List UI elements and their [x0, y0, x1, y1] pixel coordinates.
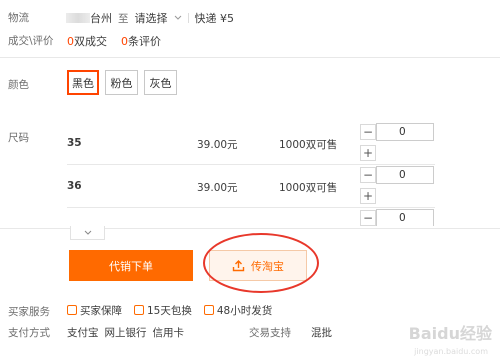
- shield-icon: [67, 305, 77, 315]
- services-list: 买家保障 15天包换 48小时发货: [67, 303, 272, 318]
- divider: [0, 57, 500, 58]
- qty-minus-button[interactable]: −: [360, 167, 376, 183]
- deal-count-block[interactable]: 0双成交: [67, 33, 107, 49]
- deal-unit: 双成交: [74, 35, 107, 48]
- logistics-origin: 台州: [90, 12, 112, 25]
- baidu-watermark-url: jingyan.baidu.com: [414, 347, 488, 356]
- trade-support-value: 混批: [311, 327, 332, 339]
- express-fee: 快递 ¥5: [194, 12, 235, 25]
- size-price: 39.00元: [197, 139, 238, 151]
- service-item[interactable]: 15天包换: [134, 303, 192, 318]
- logistics-route: 台州 至 请选择 快递 ¥5: [66, 10, 234, 26]
- size-label: 尺码: [8, 132, 29, 144]
- destination-select[interactable]: 请选择: [135, 10, 182, 26]
- services-label: 买家服务: [8, 306, 50, 318]
- color-option-pink[interactable]: 粉色: [105, 70, 138, 95]
- divider: [67, 164, 435, 165]
- payment-method: 网上银行: [104, 327, 147, 339]
- size-value: 35: [67, 137, 82, 149]
- deal-count: 0: [67, 35, 74, 48]
- chevron-down-icon: [174, 15, 181, 20]
- size-value: 36: [67, 180, 82, 192]
- payment-method: 支付宝: [67, 327, 99, 339]
- exchange-icon: [134, 305, 144, 315]
- trade-support-label: 交易支持: [249, 327, 291, 339]
- payment-methods: 支付宝 网上银行 信用卡: [67, 325, 184, 340]
- size-price: 39.00元: [197, 182, 238, 194]
- logistics-to-word: 至: [118, 12, 129, 25]
- destination-select-label: 请选择: [134, 12, 168, 25]
- divider: [187, 13, 189, 23]
- qty-plus-button[interactable]: +: [360, 188, 376, 204]
- size-stock: 1000双可售: [279, 139, 338, 151]
- origin-blur: [66, 13, 90, 23]
- logistics-label: 物流: [8, 12, 29, 24]
- review-unit: 条评价: [128, 35, 161, 48]
- resell-order-label: 代销下单: [109, 259, 153, 273]
- size-stock: 1000双可售: [279, 182, 338, 194]
- review-count-block[interactable]: 0条评价: [121, 33, 161, 49]
- payment-label: 支付方式: [8, 327, 50, 339]
- service-label: 买家保障: [80, 305, 122, 317]
- highlight-circle: [203, 233, 319, 293]
- resell-order-button[interactable]: 代销下单: [69, 250, 193, 281]
- baidu-watermark: Baidu经验: [408, 324, 492, 343]
- color-label: 颜色: [8, 79, 29, 91]
- deals-label: 成交\评价: [8, 35, 54, 47]
- qty-minus-button[interactable]: −: [360, 124, 376, 140]
- review-count: 0: [121, 35, 128, 48]
- size-list[interactable]: 35 39.00元 1000双可售 − 0 + 36 39.00元 1000双可…: [55, 118, 500, 226]
- chevron-down-icon: [84, 230, 91, 235]
- service-label: 15天包换: [147, 305, 192, 317]
- divider: [67, 207, 435, 208]
- expand-sizes-button[interactable]: [70, 226, 105, 240]
- service-label: 48小时发货: [216, 305, 273, 317]
- payment-method: 信用卡: [152, 327, 185, 339]
- qty-input[interactable]: 0: [376, 166, 434, 184]
- qty-input[interactable]: 0: [376, 209, 434, 226]
- service-item[interactable]: 买家保障: [67, 303, 122, 318]
- qty-minus-button[interactable]: −: [360, 210, 376, 226]
- clock-icon: [203, 305, 214, 315]
- service-item[interactable]: 48小时发货: [203, 303, 273, 318]
- qty-input[interactable]: 0: [376, 123, 434, 141]
- color-option-gray[interactable]: 灰色: [144, 70, 177, 95]
- color-option-black[interactable]: 黑色: [67, 70, 99, 95]
- qty-plus-button[interactable]: +: [360, 145, 376, 161]
